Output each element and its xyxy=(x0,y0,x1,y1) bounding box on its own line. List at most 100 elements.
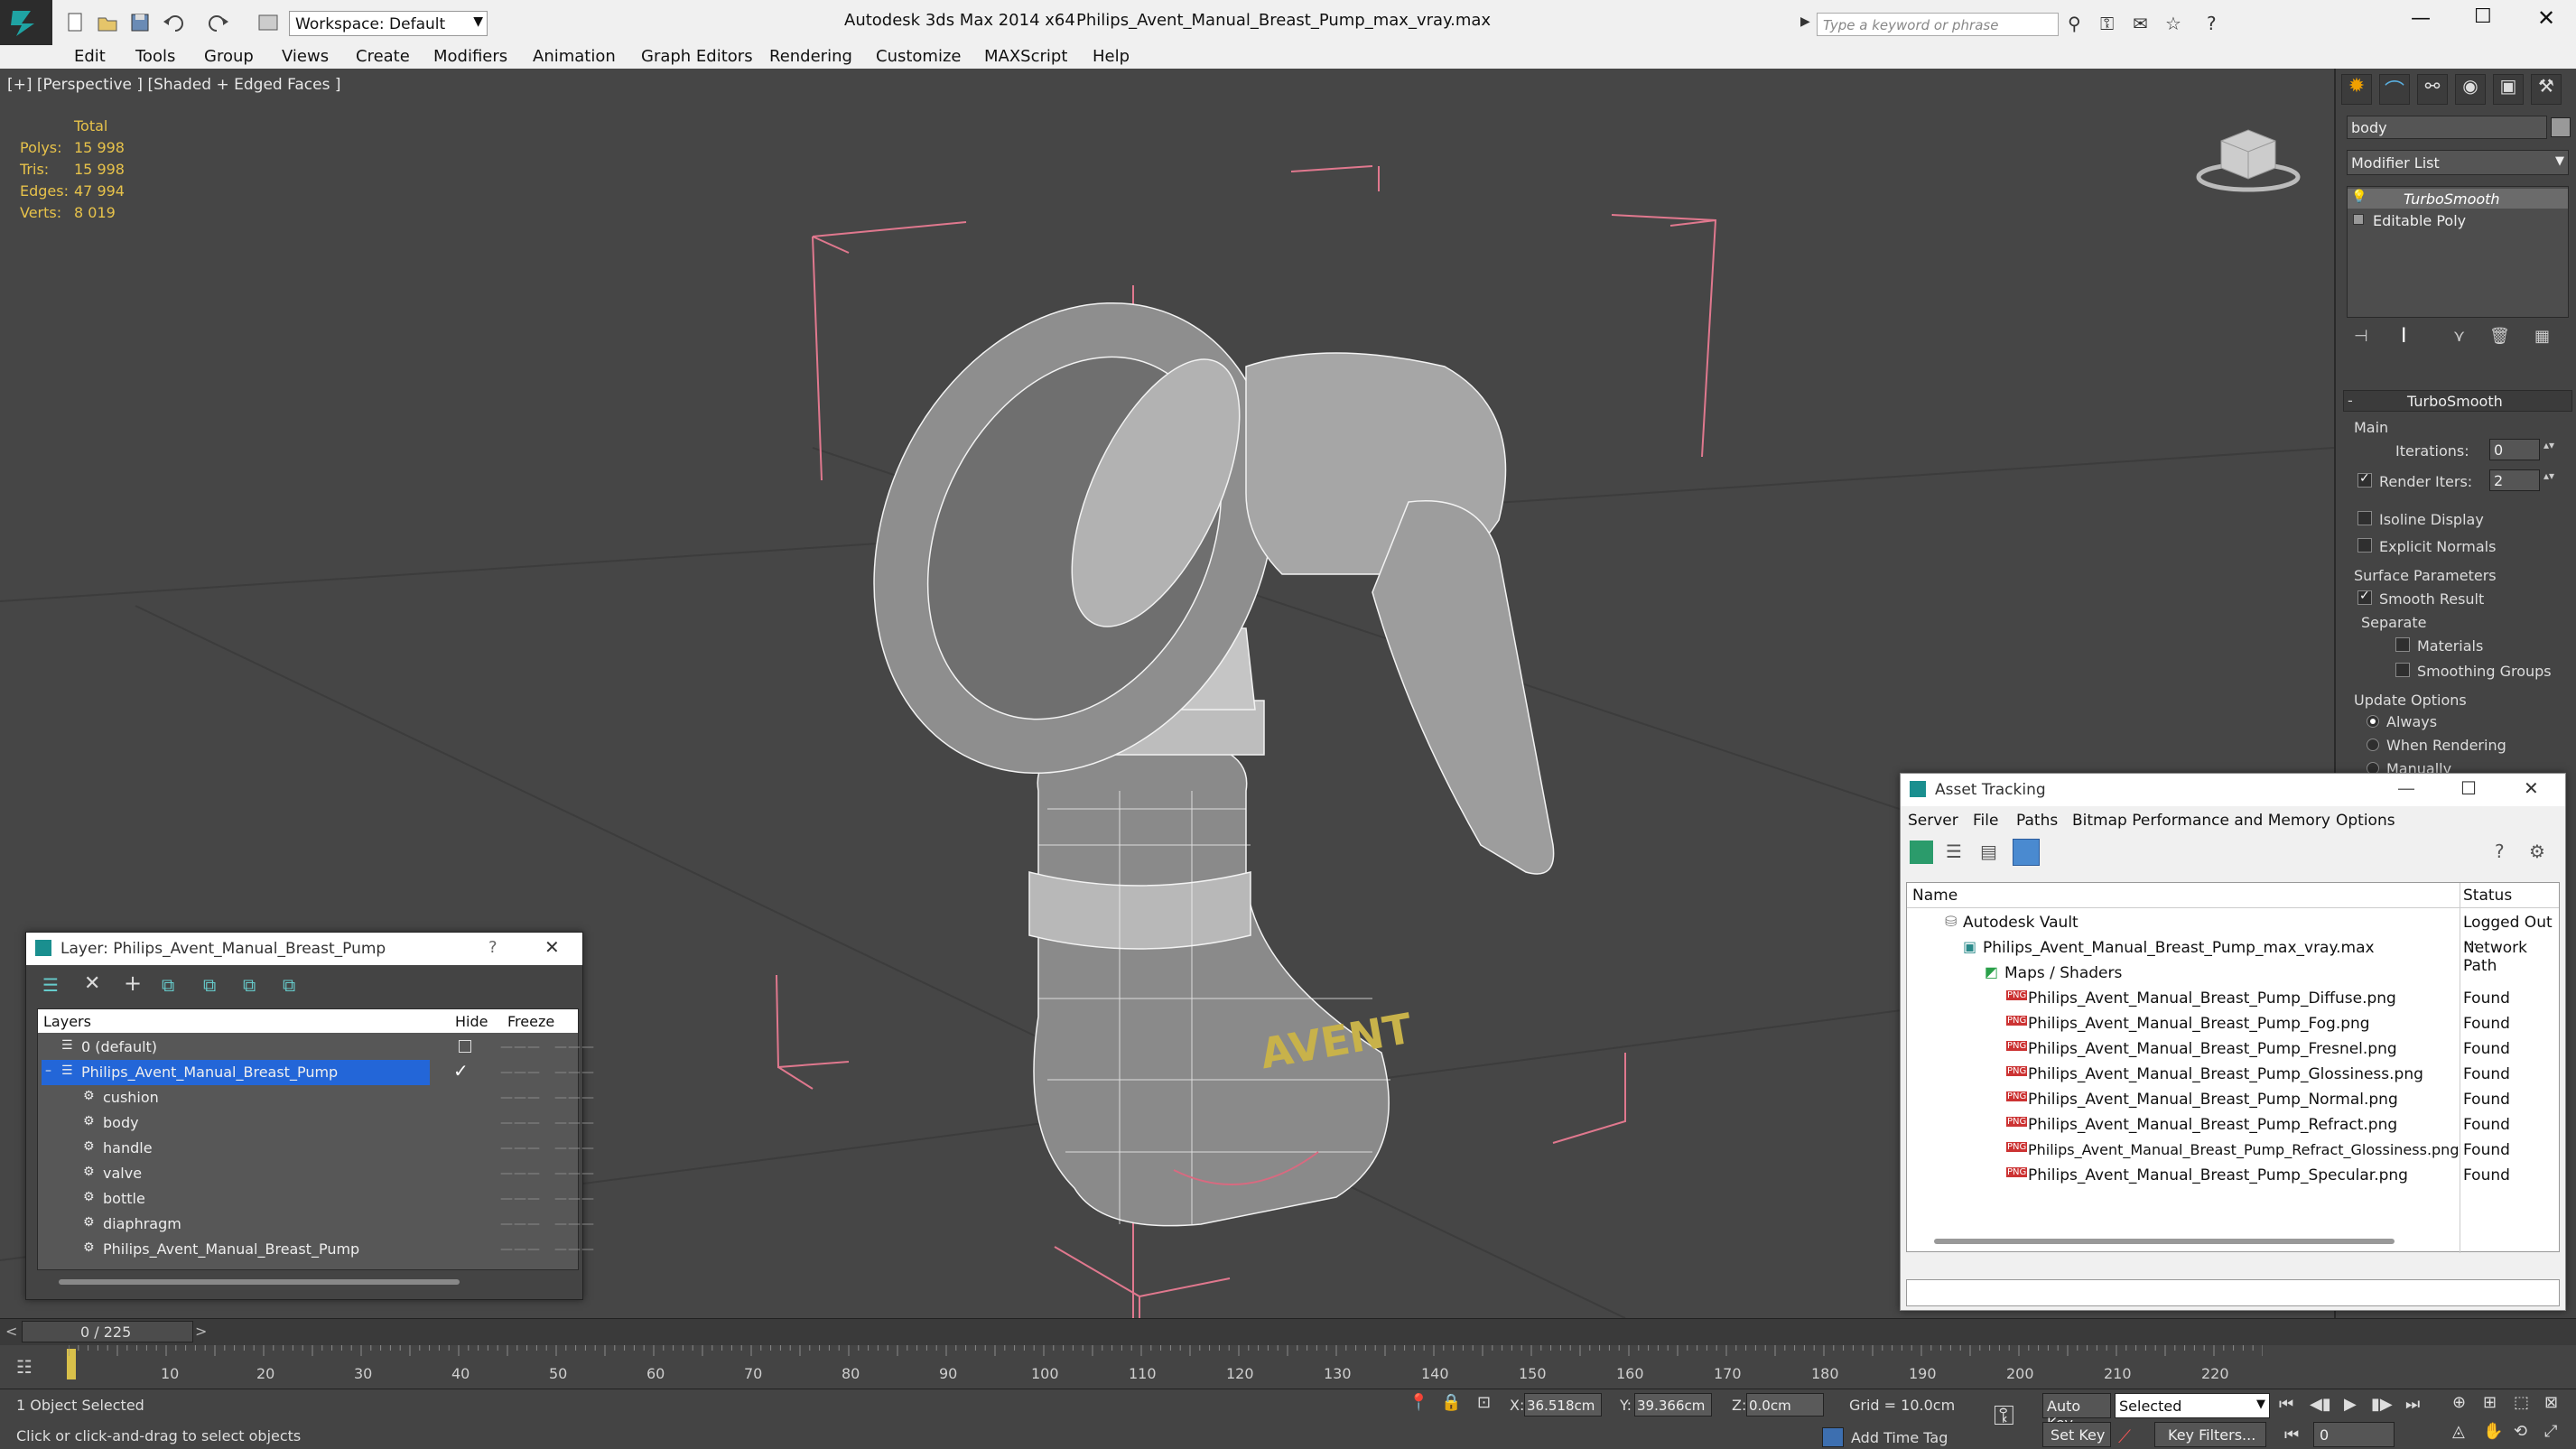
turbosmooth-rollout-header[interactable]: - TurboSmooth xyxy=(2343,390,2572,412)
freeze-toggle[interactable]: ——— xyxy=(554,1040,595,1054)
menu-rendering[interactable]: Rendering xyxy=(769,47,852,66)
go-to-end-icon[interactable]: ⏭ xyxy=(2405,1395,2420,1414)
hide-toggle[interactable]: ——— xyxy=(500,1166,541,1181)
minimize-window-button[interactable]: — xyxy=(2411,7,2431,30)
stack-item-turbosmooth[interactable]: 💡 TurboSmooth xyxy=(2348,189,2568,209)
menu-tools[interactable]: Tools xyxy=(135,47,175,66)
render-iters-spinner[interactable]: 2 xyxy=(2489,469,2540,491)
key-mode-toggle-icon[interactable]: ⏮ xyxy=(2284,1426,2299,1444)
menu-edit[interactable]: Edit xyxy=(74,47,106,66)
col-freeze[interactable]: Freeze xyxy=(507,1013,554,1030)
maximize-window-button[interactable]: ☐ xyxy=(2474,5,2492,28)
freeze-toggle[interactable]: ——— xyxy=(554,1217,595,1231)
freeze-toggle[interactable]: ——— xyxy=(554,1116,595,1130)
freeze-toggle[interactable]: ——— xyxy=(554,1192,595,1206)
freeze-toggle[interactable]: ——— xyxy=(554,1242,595,1257)
asset-row-png[interactable]: PNG Philips_Avent_Manual_Breast_Pump_Nor… xyxy=(1907,1087,2559,1112)
col-name[interactable]: Name xyxy=(1912,887,1958,905)
add-time-tag[interactable]: Add Time Tag xyxy=(1851,1429,1948,1446)
horizontal-scrollbar[interactable] xyxy=(59,1279,460,1285)
pin-stack-icon[interactable]: ⊣ xyxy=(2354,327,2368,346)
object-row-cushion[interactable]: ⚙ cushion ——— ——— xyxy=(38,1085,594,1110)
object-row-handle[interactable]: ⚙ handle ——— ——— xyxy=(38,1136,594,1161)
menu-modifiers[interactable]: Modifiers xyxy=(433,47,507,66)
app-logo-button[interactable] xyxy=(0,0,52,45)
asset-row-vault[interactable]: ⛁ Autodesk Vault Logged Out ... xyxy=(1907,910,2559,950)
next-frame-icon[interactable]: ▮▶ xyxy=(2371,1395,2393,1414)
add-time-tag-icon[interactable] xyxy=(1822,1427,1844,1447)
delete-layer-icon[interactable]: ✕ xyxy=(84,972,100,995)
search-expand-icon[interactable]: ▶ xyxy=(1800,14,1810,29)
redo-icon[interactable] xyxy=(204,11,240,34)
iterations-spinner[interactable]: 0 xyxy=(2489,439,2540,460)
menu-customize[interactable]: Customize xyxy=(876,47,961,66)
smooth-result-checkbox[interactable]: ✓ xyxy=(2357,589,2372,605)
binoculars-icon[interactable]: ⚲ xyxy=(2068,13,2081,34)
hide-toggle[interactable]: ——— xyxy=(500,1141,541,1156)
x-coordinate-field[interactable]: 36.518cm xyxy=(1524,1393,1602,1416)
freeze-toggle[interactable]: ——— xyxy=(554,1166,595,1181)
asset-row-png[interactable]: PNG Philips_Avent_Manual_Breast_Pump_Fre… xyxy=(1907,1036,2559,1062)
create-tab-icon[interactable]: ✹ xyxy=(2341,74,2372,105)
search-input[interactable]: Type a keyword or phrase xyxy=(1817,13,2059,36)
object-color-swatch[interactable] xyxy=(2551,117,2571,137)
layer-row-pump[interactable]: – ☰ Philips_Avent_Manual_Breast_Pump ✓ —… xyxy=(38,1060,594,1085)
hide-toggle[interactable]: ——— xyxy=(500,1116,541,1130)
show-end-result-icon[interactable]: Ⅰ xyxy=(2401,325,2407,348)
render-iters-checkbox[interactable]: ✓ xyxy=(2357,471,2372,488)
asset-row-png[interactable]: PNG Philips_Avent_Manual_Breast_Pump_Glo… xyxy=(1907,1062,2559,1087)
hierarchy-tab-icon[interactable]: ⚯ xyxy=(2417,74,2448,105)
col-layers[interactable]: Layers xyxy=(43,1013,91,1030)
help-button[interactable]: ? xyxy=(488,938,498,957)
explicit-normals-checkbox[interactable] xyxy=(2357,538,2372,553)
object-row-pump[interactable]: ⚙ Philips_Avent_Manual_Breast_Pump ——— —… xyxy=(38,1237,594,1262)
y-coordinate-field[interactable]: 39.366cm xyxy=(1634,1393,1712,1416)
new-file-icon[interactable] xyxy=(63,11,87,34)
hide-toggle[interactable]: ——— xyxy=(500,1065,541,1080)
menu-maxscript[interactable]: MAXScript xyxy=(984,47,1067,66)
list-view-icon[interactable]: ☰ xyxy=(1946,841,1962,862)
asset-row-png[interactable]: PNG Philips_Avent_Manual_Breast_Pump_Spe… xyxy=(1907,1163,2559,1188)
current-frame-field[interactable]: 0 xyxy=(2313,1422,2395,1447)
asset-row-maxfile[interactable]: ▣ Philips_Avent_Manual_Breast_Pump_max_v… xyxy=(1907,935,2559,975)
utilities-tab-icon[interactable]: ⚒ xyxy=(2531,74,2562,105)
orbit-icon[interactable]: ⟲ xyxy=(2514,1422,2527,1441)
favorites-star-icon[interactable]: ☆ xyxy=(2165,13,2181,34)
menu-views[interactable]: Views xyxy=(282,47,329,66)
auto-key-button[interactable]: Auto Key xyxy=(2042,1393,2111,1432)
col-status[interactable]: Status xyxy=(2463,887,2512,905)
table-view-icon[interactable] xyxy=(2013,839,2040,866)
asset-row-png[interactable]: PNG Philips_Avent_Manual_Breast_Pump_Ref… xyxy=(1907,1112,2559,1138)
lightbulb-icon[interactable]: 💡 xyxy=(2351,190,2367,204)
asset-path-field[interactable] xyxy=(1906,1279,2560,1306)
select-objects-icon[interactable]: ⧉ xyxy=(162,974,174,996)
asset-menu-file[interactable]: File xyxy=(1973,812,1998,830)
make-unique-icon[interactable]: ⋎ xyxy=(2453,327,2465,346)
modifier-list-dropdown[interactable]: Modifier List ▼ xyxy=(2347,150,2569,175)
object-row-body[interactable]: ⚙ body ——— ——— xyxy=(38,1110,594,1136)
asset-row-maps[interactable]: ◩ Maps / Shaders xyxy=(1907,961,2559,986)
help-icon[interactable]: ? xyxy=(2495,841,2505,862)
object-row-valve[interactable]: ⚙ valve ——— ——— xyxy=(38,1161,594,1186)
minimize-icon[interactable]: — xyxy=(2397,777,2415,799)
refresh-icon[interactable] xyxy=(1910,841,1933,864)
prev-frame-icon[interactable]: < xyxy=(5,1323,17,1340)
remove-modifier-icon[interactable]: 🗑 xyxy=(2489,327,2510,346)
field-of-view-icon[interactable]: ◬ xyxy=(2452,1422,2465,1441)
subscription-icon[interactable]: ⚿ xyxy=(2100,13,2114,34)
pan-icon[interactable]: ✋ xyxy=(2483,1422,2503,1441)
menu-help[interactable]: Help xyxy=(1093,47,1130,66)
col-hide[interactable]: Hide xyxy=(455,1013,488,1030)
freeze-all-icon[interactable]: ⧉ xyxy=(283,974,295,996)
object-name-field[interactable]: body xyxy=(2347,116,2547,139)
highlight-layer-icon[interactable]: ⧉ xyxy=(203,974,216,996)
time-slider[interactable]: < 0 / 225 > xyxy=(0,1318,2576,1345)
asset-row-png[interactable]: PNG Philips_Avent_Manual_Breast_Pump_Ref… xyxy=(1907,1138,2559,1163)
asset-menu-bitmap[interactable]: Bitmap Performance and Memory xyxy=(2072,812,2330,830)
stack-item-editable-poly[interactable]: Editable Poly xyxy=(2348,210,2568,230)
project-folder-icon[interactable] xyxy=(256,11,280,34)
selection-set-dropdown[interactable]: Selected ▼ xyxy=(2115,1393,2270,1418)
create-layer-icon[interactable]: ☰ xyxy=(42,974,59,996)
open-file-icon[interactable] xyxy=(96,11,119,34)
set-key-mode-icon[interactable]: ⚿ xyxy=(1994,1400,2014,1432)
